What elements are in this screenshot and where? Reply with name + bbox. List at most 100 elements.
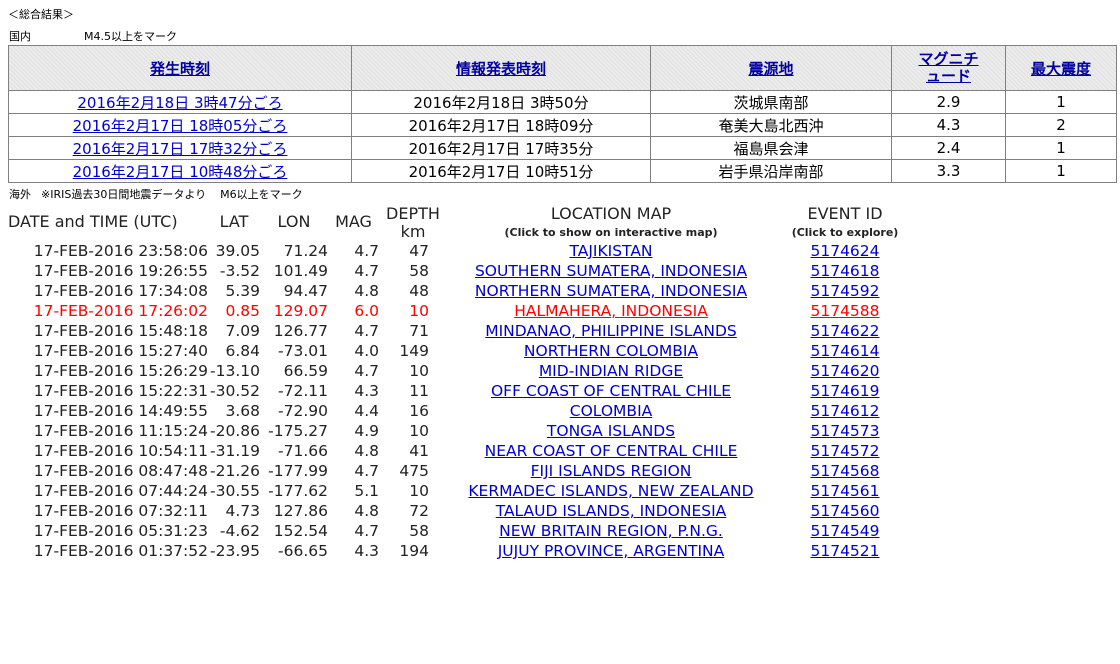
location-map-link[interactable]: NEAR COAST OF CENTRAL CHILE xyxy=(485,442,738,460)
lat-cell: 3.68 xyxy=(225,402,260,420)
mag-cell: 4.3 xyxy=(354,542,379,560)
event-id-link[interactable]: 5174622 xyxy=(810,322,879,340)
location-map-link[interactable]: NORTHERN COLOMBIA xyxy=(524,342,698,360)
location-map-link[interactable]: NEW BRITAIN REGION, P.N.G. xyxy=(499,522,723,540)
location-map-link[interactable]: JUJUY PROVINCE, ARGENTINA xyxy=(498,542,725,560)
sort-epicenter-link[interactable]: 震源地 xyxy=(748,60,793,78)
location-map-link[interactable]: HALMAHERA, INDONESIA xyxy=(514,302,708,320)
depth-cell: 41 xyxy=(409,442,429,460)
table-row: 17-FEB-2016 15:48:18 7.09 126.77 4.7 71 MINDA… xyxy=(8,321,915,341)
location-cell: TALAUD ISLANDS, INDONESIA xyxy=(447,501,775,521)
event-id-link[interactable]: 5174612 xyxy=(810,402,879,420)
location-cell: NORTHERN COLOMBIA xyxy=(447,341,775,361)
lat-cell: 5.39 xyxy=(225,282,260,300)
location-map-link[interactable]: SOUTHERN SUMATERA, INDONESIA xyxy=(475,262,747,280)
mag-cell: 4.0 xyxy=(354,342,379,360)
table-row: 2016年2月17日 18時05分ごろ 2016年2月17日 18時09分 奄美大島… xyxy=(8,113,1117,137)
origin-time-link[interactable]: 2016年2月18日 3時47分ごろ xyxy=(77,94,282,112)
location-map-link[interactable]: TONGA ISLANDS xyxy=(547,422,675,440)
header-event: EVENT ID (Click to explore) xyxy=(775,205,915,241)
event-id-link[interactable]: 5174549 xyxy=(810,522,879,540)
event-id-link[interactable]: 5174521 xyxy=(810,542,879,560)
event-id-link[interactable]: 5174614 xyxy=(810,342,879,360)
mag-cell: 4.7 xyxy=(354,462,379,480)
lon-cell: -71.66 xyxy=(278,442,328,460)
magnitude-cell: 4.3 xyxy=(891,113,1006,137)
lon-cell: -177.62 xyxy=(268,482,328,500)
event-id-link[interactable]: 5174560 xyxy=(810,502,879,520)
lon-cell: -73.01 xyxy=(278,342,328,360)
lon-cell: -177.99 xyxy=(268,462,328,480)
depth-cell: 10 xyxy=(409,302,429,320)
header-location: LOCATION MAP (Click to show on interacti… xyxy=(447,205,775,241)
location-cell: TONGA ISLANDS xyxy=(447,421,775,441)
mag-cell: 4.7 xyxy=(354,322,379,340)
depth-cell: 48 xyxy=(409,282,429,300)
domestic-quake-table: 発生時刻 情報発表時刻 震源地 マグニチュード 最大震度 2016年2月18日 … xyxy=(8,45,1117,183)
location-map-link[interactable]: FIJI ISLANDS REGION xyxy=(531,462,692,480)
location-map-link[interactable]: TAJIKISTAN xyxy=(569,242,652,260)
origin-time-link[interactable]: 2016年2月17日 18時05分ごろ xyxy=(73,117,288,135)
event-id-link[interactable]: 5174588 xyxy=(810,302,879,320)
lon-cell: 127.86 xyxy=(273,502,328,520)
event-id-link[interactable]: 5174573 xyxy=(810,422,879,440)
mag-cell: 4.8 xyxy=(354,502,379,520)
event-id-link[interactable]: 5174561 xyxy=(810,482,879,500)
location-map-link[interactable]: OFF COAST OF CENTRAL CHILE xyxy=(491,382,731,400)
datetime-cell: 17-FEB-2016 10:54:11 xyxy=(33,442,208,460)
location-map-link[interactable]: NORTHERN SUMATERA, INDONESIA xyxy=(475,282,747,300)
mag-cell: 4.8 xyxy=(354,442,379,460)
event-id-link[interactable]: 5174619 xyxy=(810,382,879,400)
lon-cell: 101.49 xyxy=(273,262,328,280)
lat-cell: 4.73 xyxy=(225,502,260,520)
sort-origin-time-link[interactable]: 発生時刻 xyxy=(150,60,210,78)
sort-max-intensity-link[interactable]: 最大震度 xyxy=(1031,60,1091,78)
location-map-link[interactable]: MINDANAO, PHILIPPINE ISLANDS xyxy=(485,322,737,340)
location-map-link[interactable]: MID-INDIAN RIDGE xyxy=(539,362,683,380)
location-map-link[interactable]: COLOMBIA xyxy=(570,402,653,420)
lat-cell: -3.52 xyxy=(219,262,260,280)
domestic-note: 国内 M4.5以上をマーク xyxy=(9,28,177,44)
lat-cell: -30.55 xyxy=(210,482,260,500)
table-row: 2016年2月18日 3時47分ごろ 2016年2月18日 3時50分 茨城県南部 2… xyxy=(8,90,1117,114)
origin-time-cell: 2016年2月17日 18時05分ごろ xyxy=(8,113,352,137)
event-id-link[interactable]: 5174618 xyxy=(810,262,879,280)
origin-time-link[interactable]: 2016年2月17日 10時48分ごろ xyxy=(73,163,288,181)
lon-cell: 94.47 xyxy=(283,282,328,300)
origin-time-link[interactable]: 2016年2月17日 17時32分ごろ xyxy=(73,140,288,158)
location-cell: TAJIKISTAN xyxy=(447,241,775,261)
header-lon: LON xyxy=(277,212,311,231)
event-id-cell: 5174614 xyxy=(775,341,915,361)
table-row: 2016年2月17日 10時48分ごろ 2016年2月17日 10時51分 岩手県沿… xyxy=(8,159,1117,183)
lat-cell: -23.95 xyxy=(210,542,260,560)
event-id-link[interactable]: 5174624 xyxy=(810,242,879,260)
datetime-cell: 17-FEB-2016 15:22:31 xyxy=(33,382,208,400)
event-id-link[interactable]: 5174592 xyxy=(810,282,879,300)
max-intensity-cell: 1 xyxy=(1005,159,1117,183)
datetime-cell: 17-FEB-2016 17:26:02 xyxy=(33,302,208,320)
event-id-cell: 5174549 xyxy=(775,521,915,541)
overseas-quake-table: DATE and TIME (UTC) LAT LON MAG DEPTH km… xyxy=(8,205,915,561)
mag-cell: 4.7 xyxy=(354,262,379,280)
overseas-header-row: DATE and TIME (UTC) LAT LON MAG DEPTH km… xyxy=(8,205,915,241)
sort-magnitude-link[interactable]: マグニチュード xyxy=(919,51,979,85)
event-id-link[interactable]: 5174572 xyxy=(810,442,879,460)
location-map-link[interactable]: KERMADEC ISLANDS, NEW ZEALAND xyxy=(468,482,753,500)
overseas-label: 海外 xyxy=(9,188,31,201)
location-cell: NORTHERN SUMATERA, INDONESIA xyxy=(447,281,775,301)
location-map-link[interactable]: TALAUD ISLANDS, INDONESIA xyxy=(496,502,727,520)
location-cell: FIJI ISLANDS REGION xyxy=(447,461,775,481)
lat-cell: -21.26 xyxy=(210,462,260,480)
event-id-link[interactable]: 5174568 xyxy=(810,462,879,480)
header-max-intensity: 最大震度 xyxy=(1005,45,1117,91)
depth-cell: 47 xyxy=(409,242,429,260)
table-row: 17-FEB-2016 14:49:55 3.68 -72.90 4.4 16 COLOM… xyxy=(8,401,915,421)
section-title: ＜総合結果＞ xyxy=(8,8,74,21)
epicenter-cell: 奄美大島北西沖 xyxy=(650,113,892,137)
location-cell: MINDANAO, PHILIPPINE ISLANDS xyxy=(447,321,775,341)
table-row: 17-FEB-2016 07:32:11 4.73 127.86 4.8 72 TALAU… xyxy=(8,501,915,521)
report-time-cell: 2016年2月17日 10時51分 xyxy=(351,159,651,183)
sort-report-time-link[interactable]: 情報発表時刻 xyxy=(456,60,546,78)
epicenter-cell: 福島県会津 xyxy=(650,136,892,160)
event-id-link[interactable]: 5174620 xyxy=(810,362,879,380)
